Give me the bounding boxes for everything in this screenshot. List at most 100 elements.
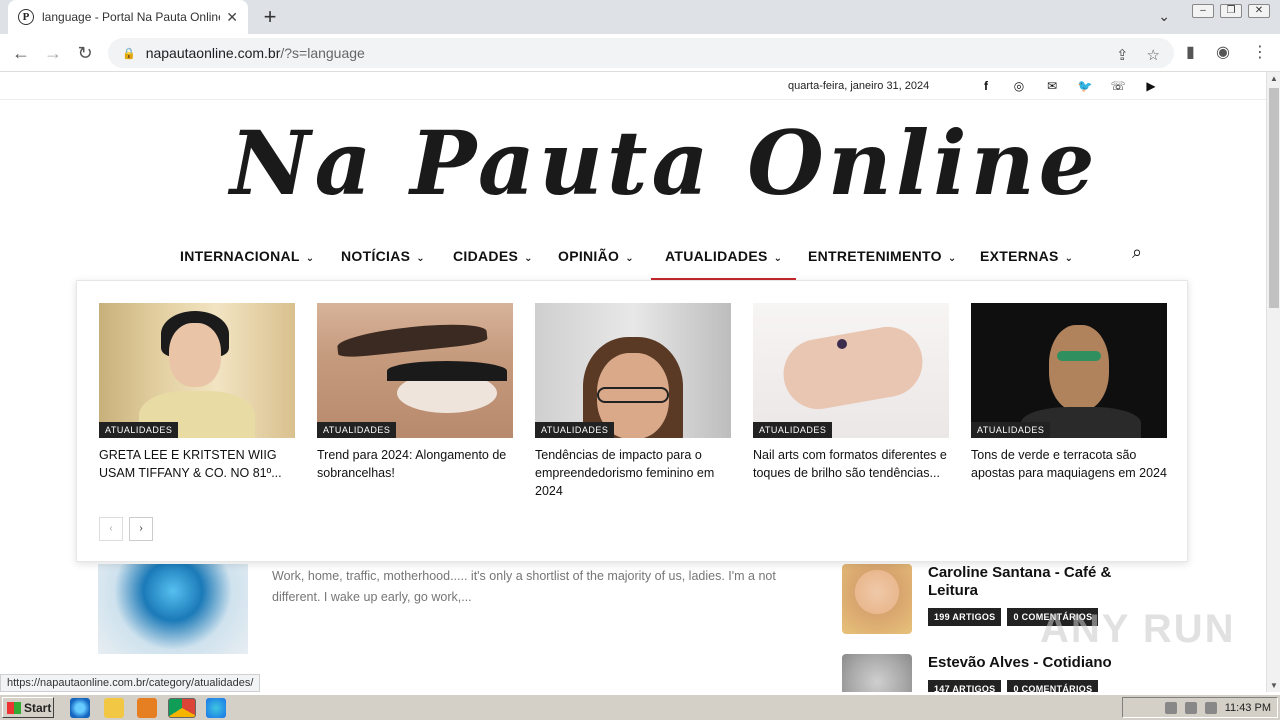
category-badge[interactable]: ATUALIDADES	[317, 422, 397, 438]
author-avatar[interactable]	[842, 654, 912, 692]
web-page: quarta-feira, janeiro 31, 2024 f ◎ ✉ 🐦 ☏…	[0, 72, 1266, 692]
mega-menu-card[interactable]: ATUALIDADES GRETA LEE E KRITSTEN WIIG US…	[99, 303, 295, 482]
edge-icon[interactable]	[206, 698, 226, 718]
category-badge[interactable]: ATUALIDADES	[99, 422, 179, 438]
windows-logo-icon	[7, 701, 21, 714]
chevron-down-icon: ⌄	[524, 253, 533, 264]
reload-icon[interactable]: ↻	[74, 42, 96, 64]
back-icon[interactable]: ←	[10, 42, 32, 64]
articles-count-badge: 199 ARTIGOS	[928, 608, 1002, 626]
new-tab-button[interactable]: +	[258, 6, 282, 30]
author-avatar[interactable]	[842, 564, 912, 634]
nav-item-internacional[interactable]: INTERNACIONAL ⌄	[180, 248, 314, 264]
tab-search-chevron-icon[interactable]: ⌄	[1158, 8, 1170, 25]
flag-icon[interactable]	[1204, 701, 1217, 714]
mega-menu-card[interactable]: ATUALIDADES Trend para 2024: Alongamento…	[317, 303, 513, 482]
browser-tab[interactable]: P language - Portal Na Pauta Online | S …	[8, 0, 248, 34]
url-text[interactable]: napautaonline.com.br/?s=language	[146, 45, 365, 61]
nav-item-cidades[interactable]: CIDADES ⌄	[453, 248, 533, 264]
scrollbar-thumb[interactable]	[1269, 88, 1279, 308]
author-name[interactable]: Caroline Santana - Café & Leitura	[928, 564, 1148, 600]
mega-menu-card[interactable]: ATUALIDADES Nail arts com formatos difer…	[753, 303, 949, 482]
nav-item-externas[interactable]: EXTERNAS ⌄	[980, 248, 1073, 264]
main-navigation: INTERNACIONAL ⌄ NOTÍCIAS ⌄ CIDADES ⌄ OPINIÃ…	[0, 240, 1266, 281]
volume-icon[interactable]	[1164, 701, 1177, 714]
nav-item-noticias[interactable]: NOTÍCIAS ⌄	[341, 248, 425, 264]
card-image[interactable]: ATUALIDADES	[99, 303, 295, 438]
internet-explorer-icon[interactable]	[70, 698, 90, 718]
media-player-icon[interactable]	[137, 698, 157, 718]
whatsapp-icon[interactable]: ☏	[1110, 78, 1126, 94]
atualidades-mega-menu: ATUALIDADES GRETA LEE E KRITSTEN WIIG US…	[76, 280, 1188, 562]
card-title[interactable]: Trend para 2024: Alongamento de sobrance…	[317, 446, 513, 482]
link-status-bar: https://napautaonline.com.br/category/at…	[0, 674, 261, 692]
card-title[interactable]: Tons de verde e terracota são apostas pa…	[971, 446, 1167, 482]
page-scrollbar[interactable]: ▲ ▼	[1266, 72, 1280, 692]
search-icon[interactable]: ⌕	[1132, 242, 1154, 264]
maximize-icon[interactable]: ❐	[1220, 4, 1242, 18]
card-title[interactable]: Nail arts com formatos diferentes e toqu…	[753, 446, 949, 482]
next-page-button[interactable]: ›	[129, 517, 153, 541]
bookmark-star-icon[interactable]: ☆	[1147, 46, 1160, 64]
author-stats: 147 ARTIGOS 0 COMENTÁRIOS	[928, 680, 1099, 692]
mega-menu-card[interactable]: ATUALIDADES Tons de verde e terracota sã…	[971, 303, 1167, 482]
card-image[interactable]: ATUALIDADES	[535, 303, 731, 438]
close-window-icon[interactable]: ✕	[1248, 4, 1270, 18]
address-bar[interactable]: 🔒 napautaonline.com.br/?s=language ⇪ ☆	[108, 38, 1174, 68]
youtube-icon[interactable]: ▶	[1143, 78, 1159, 94]
chevron-down-icon: ⌄	[947, 253, 957, 264]
watermark-logo: ANY RUN	[1040, 607, 1236, 651]
nav-item-atualidades[interactable]: ATUALIDADES ⌄	[650, 248, 797, 281]
site-logo[interactable]: Na Pauta Online	[230, 108, 1095, 218]
nav-item-entretenimento[interactable]: ENTRETENIMENTO ⌄	[808, 248, 957, 264]
category-badge[interactable]: ATUALIDADES	[535, 422, 615, 438]
articles-count-badge: 147 ARTIGOS	[928, 680, 1002, 692]
card-title[interactable]: Tendências de impacto para o empreendedo…	[535, 446, 731, 500]
scroll-down-icon[interactable]: ▼	[1267, 681, 1280, 690]
twitter-icon[interactable]: 🐦	[1077, 78, 1093, 94]
lock-icon[interactable]: 🔒	[122, 47, 136, 60]
article-excerpt: Work, home, traffic, motherhood..... it'…	[272, 569, 776, 604]
close-tab-icon[interactable]: ✕	[226, 9, 238, 26]
chevron-down-icon: ⌄	[625, 253, 634, 264]
chrome-icon[interactable]	[168, 698, 196, 718]
category-badge[interactable]: ATUALIDADES	[971, 422, 1051, 438]
clock[interactable]: 11:43 PM	[1225, 702, 1271, 714]
network-icon[interactable]	[1184, 701, 1197, 714]
minimize-icon[interactable]: –	[1192, 4, 1214, 18]
forward-icon[interactable]: →	[42, 42, 64, 64]
prev-page-button[interactable]: ‹	[99, 517, 123, 541]
author-name[interactable]: Estevão Alves - Cotidiano	[928, 654, 1148, 672]
category-badge[interactable]: ATUALIDADES	[753, 422, 833, 438]
current-date: quarta-feira, janeiro 31, 2024	[788, 80, 930, 92]
mail-icon[interactable]: ✉	[1044, 78, 1060, 94]
file-explorer-icon[interactable]	[104, 698, 124, 718]
browser-tab-bar: P language - Portal Na Pauta Online | S …	[0, 0, 1280, 34]
card-image[interactable]: ATUALIDADES	[317, 303, 513, 438]
browser-menu-icon[interactable]: ⋮	[1252, 42, 1268, 62]
comments-count-badge: 0 COMENTÁRIOS	[1007, 680, 1099, 692]
chevron-down-icon: ⌄	[773, 253, 783, 264]
mega-menu-pager: ‹ ›	[99, 517, 153, 541]
card-image[interactable]: ATUALIDADES	[971, 303, 1167, 438]
windows-taskbar: Start 11:43 PM	[0, 694, 1280, 720]
profile-avatar-icon[interactable]: ◉	[1216, 42, 1230, 62]
share-icon[interactable]: ⇪	[1116, 46, 1129, 64]
start-button[interactable]: Start	[2, 697, 54, 718]
card-image[interactable]: ATUALIDADES	[753, 303, 949, 438]
side-panel-icon[interactable]: ▮	[1186, 42, 1195, 62]
article-thumbnail[interactable]	[98, 564, 248, 654]
facebook-icon[interactable]: f	[978, 78, 994, 94]
window-controls: – ❐ ✕	[1192, 4, 1270, 18]
browser-toolbar: ← → ↻ 🔒 napautaonline.com.br/?s=language…	[0, 34, 1280, 72]
mega-menu-card[interactable]: ATUALIDADES Tendências de impacto para o…	[535, 303, 731, 500]
tab-title: language - Portal Na Pauta Online | S	[42, 10, 220, 24]
top-bar: quarta-feira, janeiro 31, 2024 f ◎ ✉ 🐦 ☏…	[0, 72, 1266, 100]
card-title[interactable]: GRETA LEE E KRITSTEN WIIG USAM TIFFANY &…	[99, 446, 295, 482]
chevron-down-icon: ⌄	[305, 253, 315, 264]
scroll-up-icon[interactable]: ▲	[1267, 74, 1280, 83]
instagram-icon[interactable]: ◎	[1011, 78, 1027, 94]
nav-item-opiniao[interactable]: OPINIÃO ⌄	[558, 248, 634, 264]
system-tray: 11:43 PM	[1122, 697, 1278, 718]
site-favicon-icon: P	[18, 9, 34, 25]
